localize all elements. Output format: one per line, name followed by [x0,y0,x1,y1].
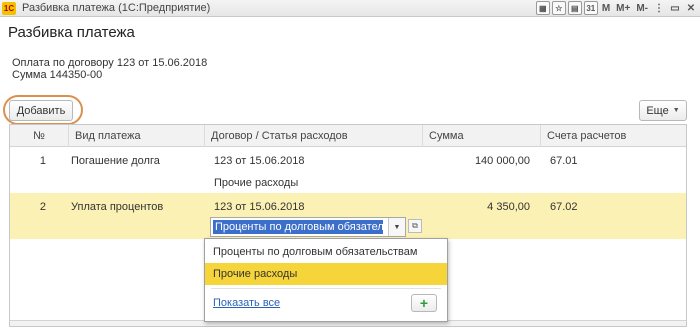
calendar-icon[interactable]: 31 [583,1,598,15]
payment-info: Оплата по договору 123 от 15.06.2018 [12,57,208,69]
more-vertical-icon[interactable]: ⋮ [652,1,666,15]
row-number: 2 [39,201,46,213]
table-header: № Вид платежа Договор / Статья расходов … [10,125,686,147]
window-controls: ▦ ☆ ▤ 31 M M+ M- ⋮ ▭ ✕ [535,1,698,15]
app-logo-icon: 1C [2,1,16,15]
chevron-down-icon: ▼ [672,107,680,114]
col-payment-type[interactable]: Вид платежа [68,125,204,147]
window-titlebar: 1C Разбивка платежа (1С:Предприятие) ▦ ☆… [0,0,700,17]
grid-icon[interactable]: ▦ [535,1,550,15]
dropdown-option-highlighted[interactable]: Прочие расходы [205,263,447,285]
col-number[interactable]: № [10,125,68,147]
payment-sum: Сумма 144350-00 [12,69,103,81]
col-contract[interactable]: Договор / Статья расходов [204,125,422,147]
star-icon[interactable]: ☆ [551,1,566,15]
expense-article-dropdown: Проценты по долговым обязательствам Проч… [204,238,448,322]
account: 67.01 [550,155,578,167]
payment-type: Погашение долга [71,155,160,167]
restore-window-icon[interactable]: ▭ [668,1,682,15]
sum: 4 350,00 [487,201,530,213]
open-icon[interactable]: ⧉ [408,219,422,233]
dropdown-option[interactable]: Проценты по долговым обязательствам [205,241,447,263]
sum: 140 000,00 [474,155,530,167]
contract: 123 от 15.06.2018 [214,201,305,213]
memory-plus-button[interactable]: M+ [614,1,632,15]
more-label: Еще [646,104,669,117]
page-title: Разбивка платежа [8,24,135,41]
expense-article-input[interactable]: Проценты по долговым обязательст ▼ [210,217,406,237]
dropdown-arrow-icon[interactable]: ▼ [388,218,405,236]
calculator-icon[interactable]: ▤ [567,1,582,15]
memory-minus-button[interactable]: M- [634,1,650,15]
window-title: Разбивка платежа (1С:Предприятие) [22,2,211,14]
add-button[interactable]: Добавить [9,100,73,121]
more-button[interactable]: Еще ▼ [639,100,687,121]
dropdown-divider [211,288,441,289]
account: 67.02 [550,201,578,213]
contract: 123 от 15.06.2018 [214,155,305,167]
create-new-button[interactable]: + [411,294,437,312]
payment-type: Уплата процентов [71,201,164,213]
expense-article-value: Проценты по долговым обязательст [213,220,383,234]
show-all-link[interactable]: Показать все [213,297,280,309]
col-accounts[interactable]: Счета расчетов [540,125,686,147]
memory-button[interactable]: M [600,1,612,15]
close-icon[interactable]: ✕ [684,1,698,15]
expense-article: Прочие расходы [214,177,299,189]
col-sum[interactable]: Сумма [422,125,540,147]
row-number: 1 [39,155,46,167]
plus-icon: + [419,295,429,311]
table-row[interactable]: 1 Погашение долга 123 от 15.06.2018 Проч… [10,147,686,193]
